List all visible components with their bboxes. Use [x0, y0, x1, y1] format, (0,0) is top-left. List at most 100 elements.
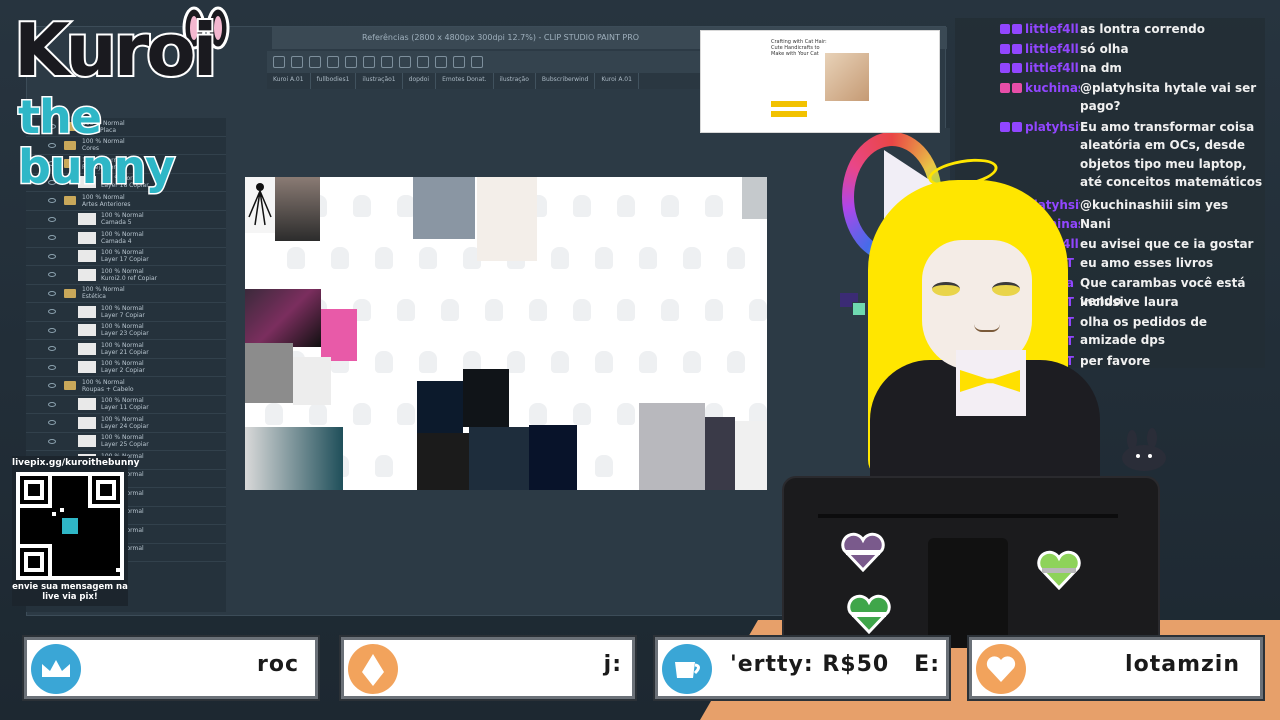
layer-row[interactable]: 100 % Normal Layer 21 Copiar	[26, 340, 226, 359]
canvas-pattern-bunny-icon	[375, 351, 393, 373]
visibility-eye-icon[interactable]	[48, 216, 56, 222]
layer-row[interactable]: 100 % Normal Layer 25 Copiar	[26, 433, 226, 451]
clear-button[interactable]	[363, 56, 375, 68]
canvas-tab[interactable]: ilustração1	[356, 73, 403, 89]
visibility-eye-icon[interactable]	[48, 383, 56, 389]
canvas-pattern-bunny-icon	[573, 403, 591, 425]
layer-row[interactable]: 100 % Normal Camada 5	[26, 211, 226, 229]
open-file-button[interactable]	[291, 56, 303, 68]
layer-text: 100 % Normal Layer 24 Copiar	[101, 416, 149, 430]
layer-blend-mode: 100 % Normal	[101, 341, 144, 349]
visibility-eye-icon[interactable]	[48, 420, 56, 426]
save-button[interactable]	[309, 56, 321, 68]
canvas-pattern-bunny-icon	[331, 247, 349, 269]
canvas-tab[interactable]: Kuroi A.01	[595, 73, 639, 89]
logo-title: Kuroi	[12, 8, 219, 92]
layer-folder-row[interactable]: 100 % Normal Roupas + Cabelo	[26, 377, 226, 396]
layer-row[interactable]: 100 % Normal Layer 23 Copiar	[26, 322, 226, 340]
layer-row[interactable]: 100 % Normal Layer 2 Copiar	[26, 359, 226, 377]
canvas-tab[interactable]: Emotes Donat.	[436, 73, 494, 89]
layer-text: 100 % Normal Camada 4	[101, 231, 144, 245]
canvas-pattern-bunny-icon	[529, 299, 547, 321]
visibility-eye-icon[interactable]	[48, 309, 56, 315]
qr-code[interactable]	[16, 472, 124, 580]
visibility-eye-icon[interactable]	[48, 364, 56, 370]
layer-row[interactable]: 100 % Normal Layer 24 Copiar	[26, 414, 226, 433]
layer-blend-mode: 100 % Normal	[101, 249, 144, 257]
ruler-button[interactable]	[453, 56, 465, 68]
visibility-eye-icon[interactable]	[48, 290, 56, 296]
preview-buy-button[interactable]	[771, 101, 807, 107]
layer-text: 100 % Normal Layer 21 Copiar	[101, 342, 149, 356]
canvas-pattern-bunny-icon	[727, 351, 745, 373]
heart-sticker-icon	[846, 594, 892, 635]
canvas-tab[interactable]: fullbodies1	[311, 73, 357, 89]
chat-username[interactable]: littlef4ll	[1025, 40, 1080, 59]
layer-row[interactable]: 100 % Normal Layer 11 Copiar	[26, 396, 226, 414]
canvas-pattern-bunny-icon	[529, 403, 547, 425]
canvas-tab[interactable]: dopdoi	[403, 73, 437, 89]
selection-button[interactable]	[435, 56, 447, 68]
redo-button[interactable]	[345, 56, 357, 68]
snap-button[interactable]	[471, 56, 483, 68]
chat-username[interactable]: littlef4ll	[1025, 59, 1080, 78]
layer-blend-mode: 100 % Normal	[101, 360, 144, 368]
canvas-pattern-bunny-icon	[287, 247, 305, 269]
chat-badges	[955, 79, 1025, 116]
reference-image	[735, 421, 767, 490]
preview-title: Crafting with Cat Hair: Cute Handicrafts…	[771, 39, 827, 57]
canvas-pattern-bunny-icon	[485, 299, 503, 321]
canvas-tab[interactable]: Bubscriberwind	[536, 73, 596, 89]
gem-icon	[348, 644, 398, 694]
alert-bar-1: roc	[24, 637, 318, 699]
visibility-eye-icon[interactable]	[48, 327, 56, 333]
layer-text: 100 % Normal Layer 2 Copiar	[101, 360, 145, 374]
transform-button[interactable]	[399, 56, 411, 68]
visibility-eye-icon[interactable]	[48, 346, 56, 352]
layer-text: 100 % Normal Layer 17 Copiar	[101, 249, 149, 263]
chat-text: as lontra correndo	[1080, 22, 1205, 36]
visibility-eye-icon[interactable]	[48, 235, 56, 241]
canvas-tab[interactable]: Kuroi A.01	[267, 73, 311, 89]
fill-button[interactable]	[381, 56, 393, 68]
layer-folder-row[interactable]: 100 % Normal Estética	[26, 285, 226, 303]
layer-folder-row[interactable]: 100 % Normal Artes Anteriores	[26, 192, 226, 211]
layer-thumbnail	[78, 324, 96, 337]
canvas-tabs: Kuroi A.01 fullbodies1 ilustração1 dopdoi Em…	[267, 73, 707, 89]
chat-badge-icon	[1000, 24, 1010, 34]
layer-thumbnail	[78, 342, 96, 355]
layer-row[interactable]: 100 % Normal Layer 7 Copiar	[26, 303, 226, 322]
chat-username[interactable]: littlef4ll	[1025, 20, 1080, 39]
canvas-pattern-bunny-icon	[353, 195, 371, 217]
layer-row[interactable]: 100 % Normal Kuroi2.0 ref Copiar	[26, 266, 226, 285]
preview-add-button[interactable]	[771, 111, 807, 117]
visibility-eye-icon[interactable]	[48, 253, 56, 259]
crown-icon	[31, 644, 81, 694]
chat-username[interactable]: kuchinas...	[1025, 79, 1080, 116]
deselect-button[interactable]	[417, 56, 429, 68]
canvas-tab[interactable]: ilustração	[494, 73, 536, 89]
layer-row[interactable]: 100 % Normal Camada 4	[26, 229, 226, 248]
visibility-eye-icon[interactable]	[48, 198, 56, 204]
layer-row[interactable]: 100 % Normal Layer 17 Copiar	[26, 248, 226, 266]
canvas-pattern-bunny-icon	[441, 299, 459, 321]
alert-bar-2: j:	[341, 637, 635, 699]
new-file-button[interactable]	[273, 56, 285, 68]
bunny-plush-icon	[1122, 428, 1166, 471]
layer-thumbnail	[78, 435, 96, 448]
layer-name: Layer 17 Copiar	[101, 256, 149, 264]
layer-text: 100 % Normal Layer 7 Copiar	[101, 305, 145, 319]
layer-name: Kuroi2.0 ref Copiar	[101, 274, 158, 282]
visibility-eye-icon[interactable]	[48, 272, 56, 278]
layer-text: 100 % Normal Roupas + Cabelo	[82, 379, 134, 393]
layer-thumbnail	[78, 213, 96, 226]
undo-button[interactable]	[327, 56, 339, 68]
visibility-eye-icon[interactable]	[48, 401, 56, 407]
visibility-eye-icon[interactable]	[48, 438, 56, 444]
canvas-pattern-bunny-icon	[683, 351, 701, 373]
layer-blend-mode: 100 % Normal	[82, 286, 125, 294]
reference-image	[469, 427, 529, 490]
stream-scene: Referências (2800 x 4800px 300dpi 12.7%)…	[0, 0, 1280, 720]
canvas-pattern-bunny-icon	[397, 299, 415, 321]
drawing-canvas[interactable]	[245, 177, 767, 490]
